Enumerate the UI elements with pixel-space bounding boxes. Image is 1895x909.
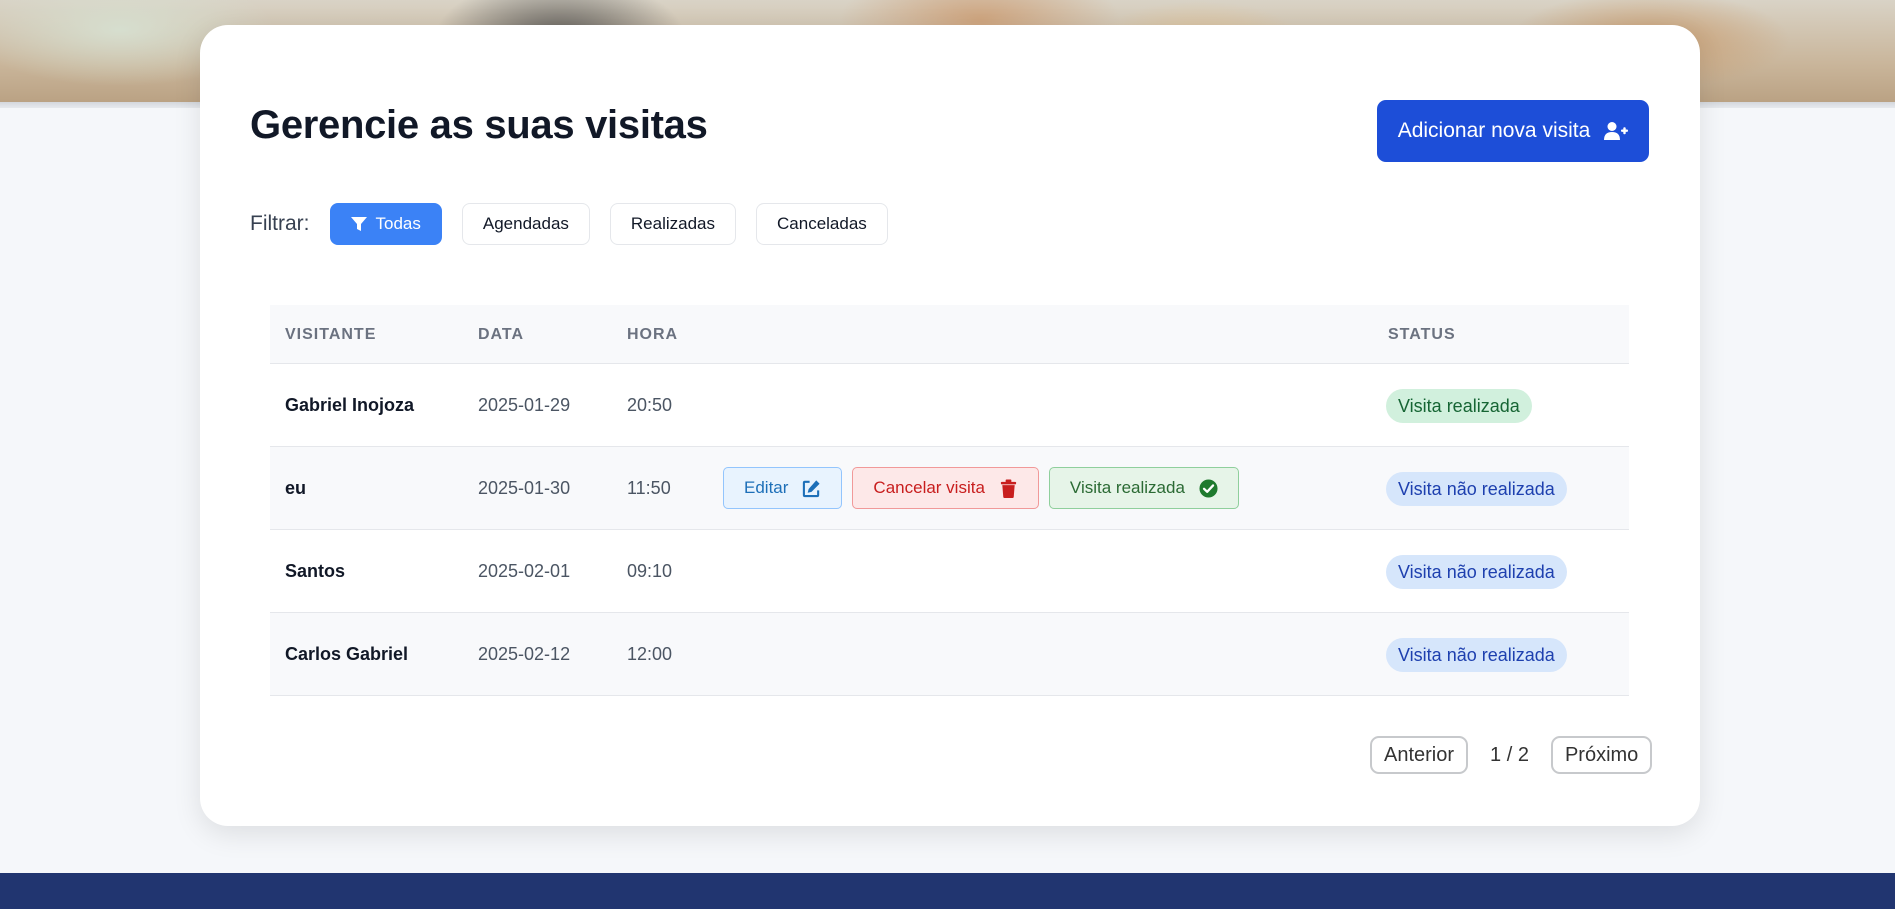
visit-time: 12:00 <box>627 644 673 664</box>
table-row: Santos 2025-02-01 09:10 Visita não reali… <box>270 530 1629 613</box>
visit-time: 11:50 <box>627 478 671 498</box>
visit-date: 2025-01-30 <box>478 478 571 498</box>
table-row: Gabriel Inojoza 2025-01-29 20:50 Visita … <box>270 364 1629 447</box>
row-actions: Editar Cancelar visita Visita realizada <box>723 467 1239 509</box>
visitor-name: Carlos Gabriel <box>285 644 409 664</box>
check-circle-icon <box>1199 478 1218 498</box>
page-title: Gerencie as suas visitas <box>250 103 708 147</box>
filter-icon <box>350 217 367 231</box>
trash-icon <box>1000 478 1017 498</box>
footer-bar <box>0 873 1895 909</box>
table-header: VISITANTE DATA HORA STATUS <box>270 305 1629 364</box>
cancel-visit-button[interactable]: Cancelar visita <box>852 467 1039 509</box>
visits-table: VISITANTE DATA HORA STATUS Gabriel Inojo… <box>270 305 1629 696</box>
add-visit-label: Adicionar nova visita <box>1397 119 1591 142</box>
visit-time: 20:50 <box>627 395 673 415</box>
column-header-hora: HORA <box>627 326 679 343</box>
visitor-name: Santos <box>285 561 346 581</box>
edit-button[interactable]: Editar <box>723 467 843 509</box>
cancel-visit-label: Cancelar visita <box>873 478 985 497</box>
status-badge: Visita não realizada <box>1386 472 1567 506</box>
visitor-name: Gabriel Inojoza <box>285 395 415 415</box>
column-header-visitante: VISITANTE <box>285 326 377 343</box>
mark-done-button[interactable]: Visita realizada <box>1048 467 1239 509</box>
filter-bar: Filtrar: Todas Agendadas Realizadas Canc… <box>250 203 908 245</box>
filter-all-button[interactable]: Todas <box>329 203 442 245</box>
table-row: Carlos Gabriel 2025-02-12 12:00 Visita n… <box>270 613 1629 696</box>
filter-scheduled-button[interactable]: Agendadas <box>461 203 590 245</box>
filter-all-label: Todas <box>375 214 421 233</box>
user-plus-icon <box>1604 122 1629 140</box>
visit-time: 09:10 <box>627 561 673 581</box>
status-badge: Visita realizada <box>1386 389 1532 423</box>
visit-date: 2025-02-01 <box>478 561 571 581</box>
filter-label: Filtrar: <box>250 212 310 235</box>
mark-done-label: Visita realizada <box>1069 478 1185 497</box>
page-indicator: 1 / 2 <box>1490 743 1529 766</box>
column-header-data: DATA <box>478 326 525 343</box>
status-badge: Visita não realizada <box>1386 638 1567 672</box>
pagination: Anterior 1 / 2 Próximo <box>1370 736 1653 774</box>
visit-date: 2025-02-12 <box>478 644 571 664</box>
edit-label: Editar <box>744 478 789 497</box>
add-visit-button[interactable]: Adicionar nova visita <box>1377 100 1649 162</box>
previous-page-button[interactable]: Anterior <box>1370 736 1469 774</box>
visits-card: Gerencie as suas visitas Adicionar nova … <box>200 25 1700 826</box>
next-page-button[interactable]: Próximo <box>1550 736 1653 774</box>
table-row: eu 2025-01-30 11:50 Editar Cancelar visi… <box>270 447 1629 530</box>
visitor-name: eu <box>285 478 307 498</box>
visit-date: 2025-01-29 <box>478 395 571 415</box>
filter-completed-button[interactable]: Realizadas <box>609 203 737 245</box>
column-header-status: STATUS <box>1388 326 1456 343</box>
edit-icon <box>803 479 820 497</box>
filter-cancelled-button[interactable]: Canceladas <box>756 203 888 245</box>
status-badge: Visita não realizada <box>1386 555 1567 589</box>
